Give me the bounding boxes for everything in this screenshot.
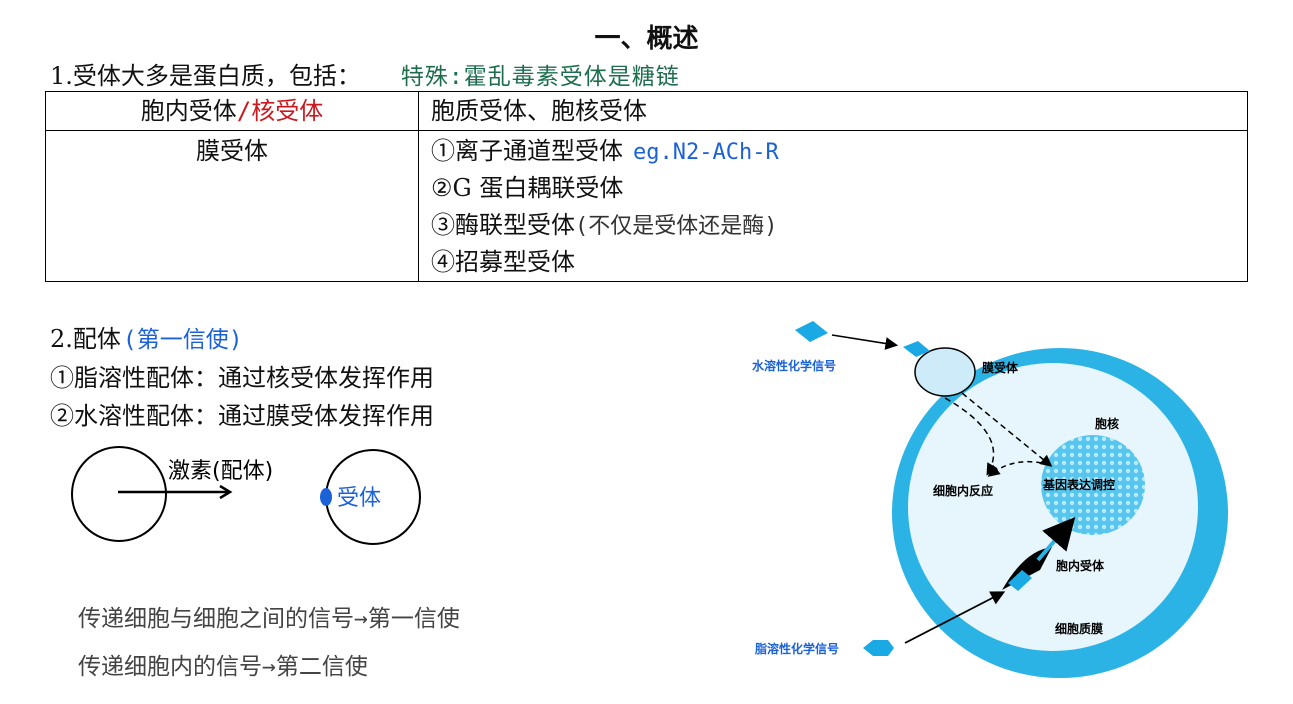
intro-text: 1.受体大多是蛋白质，包括： bbox=[50, 62, 361, 90]
row1-left-cell: 胞内受体/核受体 bbox=[45, 91, 419, 131]
intracellular-receptor-text: 胞内受体 bbox=[1056, 558, 1105, 573]
page-title: 一、概述 bbox=[594, 24, 699, 54]
cell-response-label: 细胞内反应 bbox=[933, 483, 993, 498]
lipid-ligand-line: ①脂溶性配体：通过核受体发挥作用 bbox=[50, 364, 434, 392]
table-row: 膜受体 ①离子通道型受体 eg.N2-ACh-R ②G 蛋白耦联受体 ③酶联型受体… bbox=[45, 130, 1248, 282]
water-ligand-line: ②水溶性配体：通过膜受体发挥作用 bbox=[50, 402, 434, 430]
section2: 2.配体(第一信使) ①脂溶性配体：通过核受体发挥作用 ②水溶性配体：通过膜受体… bbox=[50, 320, 434, 435]
list-item: ①离子通道型受体 eg.N2-ACh-R bbox=[431, 137, 779, 165]
signal-arrow bbox=[831, 334, 899, 350]
water-signal-diamond-icon bbox=[795, 321, 828, 342]
row2-right-cell: ①离子通道型受体 eg.N2-ACh-R ②G 蛋白耦联受体 ③酶联型受体(不仅是… bbox=[418, 130, 1248, 282]
list-item: ③酶联型受体(不仅是受体还是酶) bbox=[431, 211, 778, 239]
note-line-1: 传递细胞与细胞之间的信号→第一信使 bbox=[78, 606, 460, 632]
water-signal-label: 水溶性化学信号 bbox=[752, 358, 836, 373]
example-note: eg.N2-ACh-R bbox=[633, 140, 779, 165]
enzyme-note: (不仅是受体还是酶) bbox=[575, 214, 778, 239]
row1-right-cell: 胞质受体、胞核受体 bbox=[418, 91, 1248, 131]
receptor-table: 胞内受体/核受体 胞质受体、胞核受体 膜受体 ①离子通道型受体 eg.N2-ACh… bbox=[45, 91, 1248, 282]
hormone-label: 激素(配体) bbox=[168, 459, 273, 484]
special-note: 特殊:霍乱毒素受体是糖链 bbox=[400, 64, 680, 90]
hormone-cell-circle bbox=[71, 446, 167, 542]
messenger-notes: 传递细胞与细胞之间的信号→第一信使 传递细胞内的信号→第二信使 bbox=[78, 595, 460, 691]
ligand-heading: 2.配体(第一信使) bbox=[50, 325, 243, 353]
membrane-receptor-shape bbox=[914, 347, 976, 397]
receptor-dot-icon bbox=[320, 488, 332, 506]
table-row: 胞内受体/核受体 胞质受体、胞核受体 bbox=[45, 91, 1248, 131]
ligand-receptor-sketch: 激素(配体) 受体 bbox=[71, 446, 421, 545]
plasma-membrane-label: 细胞质膜 bbox=[1055, 621, 1103, 636]
note-line-2: 传递细胞内的信号→第二信使 bbox=[78, 654, 368, 680]
membrane-receptor-label: 膜受体 bbox=[45, 130, 419, 282]
list-item: ②G 蛋白耦联受体 bbox=[431, 174, 624, 202]
lipid-signal-hexagon-icon bbox=[863, 640, 894, 656]
nucleus-label: 胞核 bbox=[1095, 416, 1119, 431]
intracellular-receptor-label: 胞内受体 bbox=[140, 97, 237, 125]
nuclear-receptor-label: /核受体 bbox=[236, 97, 324, 125]
membrane-receptor-text: 膜受体 bbox=[982, 360, 1019, 375]
gene-regulation-label: 基因表达调控 bbox=[1042, 477, 1115, 492]
cell-signaling-diagram: 水溶性化学信号 膜受体 胞核 细胞内反应 基因表达调控 胞内受体 细胞质膜 脂溶… bbox=[752, 321, 1228, 678]
lipid-signal-label: 脂溶性化学信号 bbox=[754, 641, 839, 656]
list-item: ④招募型受体 bbox=[431, 248, 575, 276]
first-messenger-note: (第一信使) bbox=[122, 327, 243, 353]
section1-intro: 1.受体大多是蛋白质，包括： 特殊:霍乱毒素受体是糖链 bbox=[50, 56, 680, 91]
receptor-label: 受体 bbox=[337, 486, 381, 511]
